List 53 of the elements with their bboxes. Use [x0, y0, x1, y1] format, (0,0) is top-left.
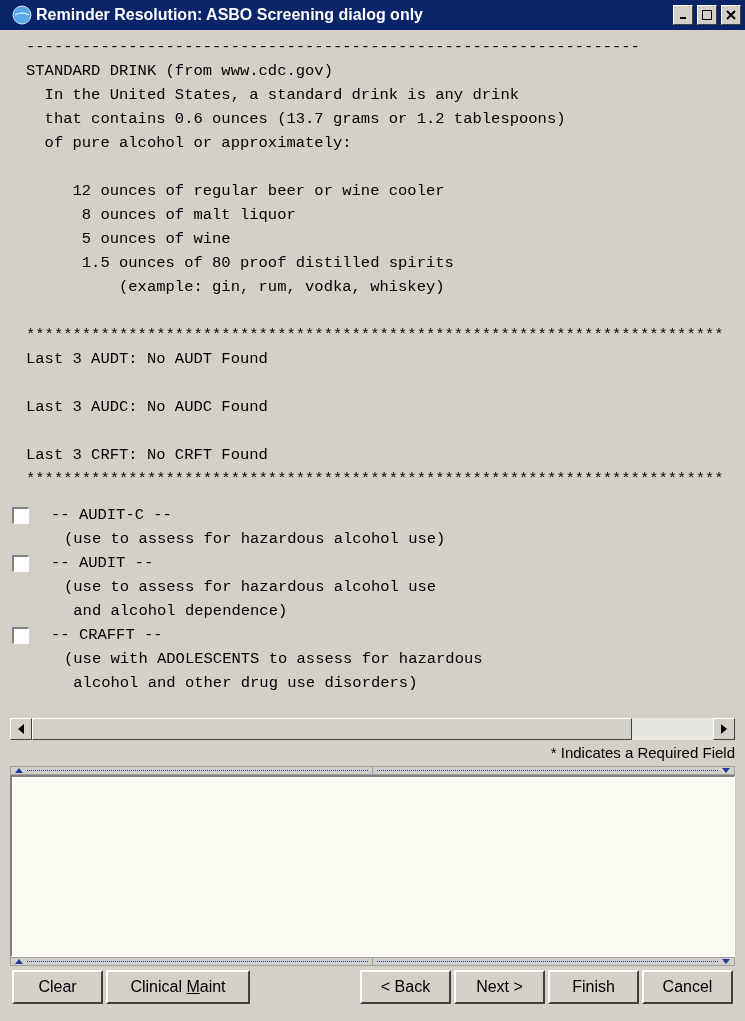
option-description: alcohol and other drug use disorders)	[72, 673, 418, 694]
checkbox[interactable]	[12, 626, 29, 644]
option-label: -- AUDIT-C --	[51, 505, 172, 526]
asterisk-rule: ***************************************************************************	[26, 325, 724, 346]
history-text: Last 3 AUDT: No AUDT Found	[26, 349, 268, 370]
checkbox[interactable]	[12, 554, 29, 572]
scroll-thumb[interactable]	[32, 718, 632, 740]
option-description: (use to assess for hazardous alcohol use)	[64, 529, 446, 550]
scroll-left-button[interactable]	[10, 718, 32, 740]
option-label: -- CRAFFT --	[51, 625, 163, 646]
serving-text: 1.5 ounces of 80 proof distilled spirits	[80, 253, 454, 274]
down-arrow-icon	[722, 768, 730, 773]
dialog-button[interactable]: Cancel	[642, 970, 733, 1004]
section-heading: STANDARD DRINK (from www.cdc.gov)	[26, 61, 333, 82]
maximize-icon	[702, 10, 712, 20]
option-description: (use to assess for hazardous alcohol use	[64, 577, 437, 598]
down-arrow-icon	[722, 959, 730, 964]
body-text: that contains 0.6 ounces (13.7 grams or 1.2 tablespoons)	[43, 109, 566, 130]
serving-text: 5 ounces of wine	[80, 229, 231, 250]
serving-text: (example: gin, rum, vodka, whiskey)	[118, 277, 445, 298]
minimize-button[interactable]	[673, 5, 693, 25]
scroll-right-button[interactable]	[713, 718, 735, 740]
dashed-rule: ------------------------------------------------------------------	[26, 37, 640, 58]
dialog-button[interactable]: Finish	[548, 970, 639, 1004]
body-text: In the United States, a standard drink is any drink	[43, 85, 519, 106]
splitter-bar[interactable]	[10, 766, 735, 775]
serving-text: 8 ounces of malt liquor	[80, 205, 296, 226]
up-arrow-icon	[15, 959, 23, 964]
horizontal-scrollbar[interactable]	[10, 718, 735, 740]
left-arrow-icon	[18, 724, 24, 734]
globe-icon	[12, 5, 32, 25]
maximize-button[interactable]	[697, 5, 717, 25]
body-text: of pure alcohol or approximately:	[43, 133, 352, 154]
option-description: and alcohol dependence)	[72, 601, 288, 622]
window-title: Reminder Resolution: ASBO Screening dialog only	[36, 5, 423, 25]
up-arrow-icon	[15, 768, 23, 773]
option-label: -- AUDIT --	[51, 553, 154, 574]
history-text: Last 3 AUDC: No AUDC Found	[26, 397, 268, 418]
option-description: (use with ADOLESCENTS to assess for hazardous	[64, 649, 483, 670]
required-field-note: * Indicates a Required Field	[550, 742, 735, 763]
close-icon	[726, 10, 736, 20]
dialog-button[interactable]: Next >	[454, 970, 545, 1004]
history-text: Last 3 CRFT: No CRFT Found	[26, 445, 268, 466]
dialog-button[interactable]: Clinical Maint	[106, 970, 250, 1004]
splitter-bar[interactable]	[10, 957, 735, 966]
asterisk-rule: ***************************************************************************	[26, 469, 724, 490]
dialog-button[interactable]: Clear	[12, 970, 103, 1004]
checkbox[interactable]	[12, 506, 29, 524]
right-arrow-icon	[721, 724, 727, 734]
serving-text: 12 ounces of regular beer or wine cooler	[71, 181, 445, 202]
close-button[interactable]	[721, 5, 741, 25]
minimize-icon	[680, 17, 686, 19]
dialog-button[interactable]: < Back	[360, 970, 451, 1004]
